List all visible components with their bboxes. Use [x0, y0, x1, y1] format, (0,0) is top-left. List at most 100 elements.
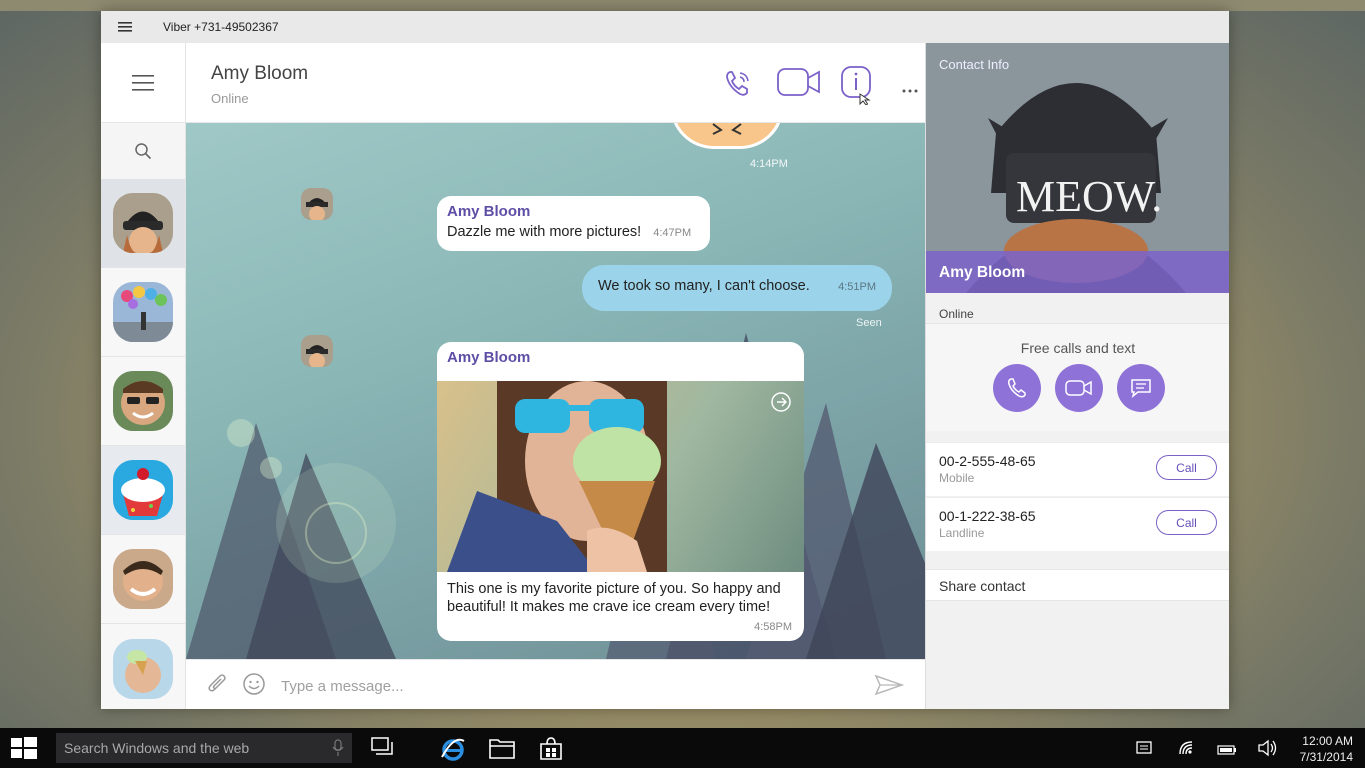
chat-item-amy-bloom[interactable]: [101, 179, 185, 268]
clock-date: 7/31/2014: [1299, 750, 1353, 764]
contact-panel-name: Amy Bloom: [926, 251, 1229, 293]
wifi-icon: [1179, 741, 1193, 755]
smiley-icon: [243, 673, 265, 695]
video-call-button[interactable]: [776, 65, 822, 104]
paperclip-icon: [208, 674, 226, 692]
folder-icon: [489, 739, 515, 759]
message-text: Dazzle me with more pictures!: [447, 224, 642, 240]
message-composer: [186, 659, 925, 709]
chat-item-3[interactable]: [101, 357, 185, 446]
contact-info-panel: MEOW. Contact Info Amy Bloom Online Free…: [925, 43, 1229, 709]
read-receipt: Seen: [856, 317, 882, 329]
window-menu-icon[interactable]: [101, 22, 149, 32]
video-camera-icon: [1065, 380, 1092, 396]
phone-type: Mobile: [939, 471, 975, 485]
voice-call-button[interactable]: [722, 67, 754, 104]
store-icon: [540, 737, 562, 760]
more-options-button[interactable]: [902, 80, 918, 98]
send-button[interactable]: [874, 674, 905, 701]
phone-number: 00-2-555-48-65: [939, 453, 1036, 469]
chat-item-5[interactable]: [101, 535, 185, 624]
sender-name: Amy Bloom: [447, 203, 531, 220]
search-icon: [135, 143, 152, 160]
hamburger-icon: [132, 74, 154, 91]
video-camera-icon: [777, 68, 820, 96]
sender-name: Amy Bloom: [447, 349, 531, 366]
contact-info-button[interactable]: [840, 65, 874, 110]
chat-header: Amy Bloom Online: [186, 43, 925, 123]
message-time: 4:47PM: [653, 227, 692, 239]
battery-button[interactable]: [1217, 742, 1237, 760]
network-button[interactable]: [1178, 740, 1194, 761]
contact-status: Online: [211, 91, 249, 106]
title-bar: Viber +731-49502367: [101, 11, 1229, 43]
free-message-button[interactable]: [1117, 364, 1165, 412]
volume-button[interactable]: [1257, 739, 1277, 762]
internet-explorer-icon: [441, 738, 465, 761]
task-view-icon: [371, 737, 393, 755]
attach-button[interactable]: [206, 673, 230, 702]
phone-icon: [726, 71, 749, 96]
emoji-button[interactable]: [242, 672, 266, 701]
sender-avatar: [301, 335, 333, 367]
start-button[interactable]: [11, 737, 37, 764]
free-calls-label: Free calls and text: [1020, 340, 1136, 356]
message-text: This one is my favorite picture of you. …: [447, 581, 781, 615]
chat-list-rail: [101, 43, 186, 709]
message-photo[interactable]: [437, 381, 804, 572]
battery-icon: [1217, 745, 1236, 755]
message-input[interactable]: [281, 674, 841, 698]
file-explorer-button[interactable]: [489, 737, 515, 764]
panel-heading: Contact Info: [939, 57, 1010, 72]
viber-window: Viber +731-49502367 Amy Bloom Online 4:1…: [101, 11, 1229, 709]
desktop-wallpaper: [0, 0, 1365, 11]
speaker-icon: [1258, 739, 1277, 757]
conversation-area: 4:14PM Amy Bloom Dazzle me with more pic…: [186, 123, 925, 659]
avatar: [113, 638, 173, 699]
free-video-button[interactable]: [1055, 364, 1103, 412]
contact-panel-status: Online: [939, 307, 974, 321]
call-landline-button[interactable]: Call: [1156, 510, 1217, 535]
message-bubble[interactable]: Amy Bloom Dazzle me with more pictures! …: [437, 196, 710, 251]
chat-item-4[interactable]: [101, 446, 185, 535]
taskbar-search-placeholder: Search Windows and the web: [64, 740, 250, 756]
chat-item-2[interactable]: [101, 268, 185, 357]
hat-text: MEOW.: [1016, 172, 1162, 221]
system-clock[interactable]: 12:00 AM 7/31/2014: [1300, 733, 1353, 765]
task-view-button[interactable]: [371, 737, 393, 762]
clock-time: 12:00 AM: [1302, 734, 1353, 748]
edge-browser-button[interactable]: [440, 737, 466, 766]
taskbar-search-box[interactable]: Search Windows and the web: [56, 733, 352, 763]
taskbar: Search Windows and the web 12:00 AM 7/31…: [0, 728, 1365, 768]
call-mobile-button[interactable]: Call: [1156, 455, 1217, 480]
action-center-button[interactable]: [1136, 741, 1152, 760]
message-time: 4:14PM: [750, 158, 788, 170]
avatar: [113, 460, 173, 520]
avatar: [113, 193, 173, 253]
phone-row-landline: 00-1-222-38-65 Landline Call: [926, 497, 1229, 551]
share-contact-button[interactable]: Share contact: [926, 569, 1229, 601]
message-time: 4:58PM: [754, 621, 792, 633]
menu-button[interactable]: [101, 43, 185, 123]
avatar: [113, 282, 173, 342]
search-button[interactable]: [101, 123, 185, 179]
phone-type: Landline: [939, 526, 985, 540]
sender-avatar: [301, 188, 333, 220]
chat-bubble-icon: [1131, 379, 1151, 398]
phone-icon: [1008, 378, 1026, 398]
contact-name: Amy Bloom: [211, 63, 309, 84]
send-icon: [874, 674, 905, 696]
sticker: [670, 123, 784, 149]
more-icon: [902, 89, 918, 93]
message-time: 4:51PM: [838, 281, 876, 293]
phone-number: 00-1-222-38-65: [939, 508, 1036, 524]
free-call-button[interactable]: [993, 364, 1041, 412]
message-bubble-sent[interactable]: We took so many, I can't choose. 4:51PM: [582, 265, 892, 311]
avatar: [113, 371, 173, 431]
store-button[interactable]: [539, 737, 563, 766]
photo-message-bubble[interactable]: Amy Bloom This one is my favorite pictur…: [437, 342, 804, 641]
window-title: Viber +731-49502367: [163, 20, 279, 34]
microphone-icon[interactable]: [332, 739, 344, 757]
chat-item-6[interactable]: [101, 624, 185, 709]
message-text: We took so many, I can't choose.: [598, 278, 810, 294]
